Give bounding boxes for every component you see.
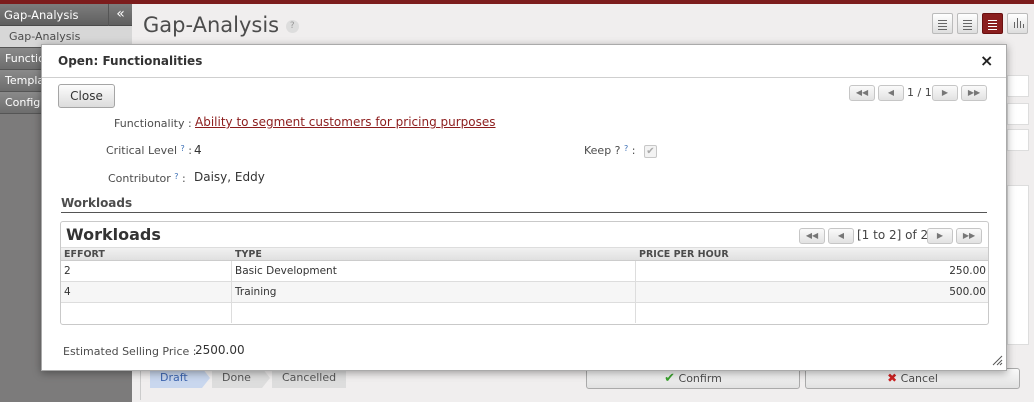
list-pager-status: [1 to 2] of 2 — [857, 228, 929, 242]
table-row-empty[interactable] — [61, 303, 988, 324]
status-done: Done — [212, 368, 262, 388]
critical-level-label: Critical Level ? : — [106, 144, 192, 157]
pager-first-icon[interactable]: ◀◀ — [849, 85, 875, 101]
help-icon[interactable]: ? — [181, 144, 185, 153]
critical-level-label-text: Critical Level — [106, 144, 178, 157]
help-icon[interactable]: ? — [285, 19, 299, 33]
column-header-price[interactable]: PRICE PER HOUR — [639, 249, 729, 260]
label-colon: : — [631, 144, 636, 157]
help-icon[interactable]: ? — [624, 144, 628, 153]
sidebar-item-label: Gap-Analysis — [9, 30, 81, 43]
resize-grip-icon[interactable] — [991, 354, 1003, 366]
collapse-sidebar-icon[interactable]: « — [108, 4, 132, 26]
workloads-list: Workloads ◀◀ ◀ [1 to 2] of 2 ▶ ▶▶ EFFORT… — [60, 221, 989, 325]
estimated-price-value: 2500.00 — [195, 343, 245, 357]
page-title-text: Gap-Analysis — [143, 13, 280, 37]
page-title: Gap-Analysis ? — [143, 13, 299, 37]
critical-level-value: 4 — [194, 143, 202, 157]
cancel-button[interactable]: ✖ Cancel — [805, 368, 1020, 389]
status-cancelled-label: Cancelled — [282, 371, 337, 384]
pager-next-icon[interactable]: ▶ — [932, 85, 958, 101]
graph-view-icon[interactable] — [1007, 13, 1028, 34]
status-draft-label: Draft — [160, 371, 188, 384]
close-icon[interactable]: × — [980, 51, 993, 70]
price-cell: 500.00 — [949, 286, 986, 298]
section-divider — [61, 212, 987, 213]
confirm-button[interactable]: ✔ Confirm — [586, 368, 800, 389]
status-arrow — [262, 368, 270, 388]
keep-checkbox[interactable]: ✔ — [644, 145, 657, 158]
status-cancelled: Cancelled — [272, 368, 346, 388]
column-header-type[interactable]: TYPE — [235, 249, 262, 260]
workloads-list-title: Workloads — [66, 225, 161, 244]
checkmark-icon: ✔ — [664, 371, 676, 386]
pager-last-icon[interactable]: ▶▶ — [961, 85, 987, 101]
record-pager-status: 1 / 1 — [907, 86, 932, 99]
cancel-button-label: Cancel — [900, 372, 938, 385]
pager-first-icon[interactable]: ◀◀ — [799, 228, 825, 244]
form-view-icon[interactable] — [957, 13, 978, 34]
status-done-label: Done — [222, 371, 251, 384]
pager-prev-icon[interactable]: ◀ — [828, 228, 854, 244]
pager-prev-icon[interactable]: ◀ — [878, 85, 904, 101]
page-view-icon[interactable] — [982, 13, 1003, 34]
effort-cell: 2 — [64, 265, 71, 277]
dialog-title: Open: Functionalities — [58, 54, 203, 68]
confirm-button-label: Confirm — [678, 372, 722, 385]
price-cell: 250.00 — [949, 265, 986, 277]
status-draft: Draft — [150, 368, 202, 388]
grid-header: EFFORT TYPE PRICE PER HOUR — [61, 247, 988, 261]
sidebar-header-label: Gap-Analysis — [4, 8, 79, 22]
table-row[interactable]: 2 Basic Development 250.00 — [61, 261, 988, 282]
contributor-value: Daisy, Eddy — [194, 170, 265, 184]
status-arrow — [202, 368, 210, 388]
keep-label: Keep ? ? : — [584, 144, 636, 157]
functionality-link[interactable]: Ability to segment customers for pricing… — [195, 115, 496, 129]
list-view-icon[interactable] — [932, 13, 953, 34]
dialog-body: Close ◀◀ ◀ 1 / 1 ▶ ▶▶ Functionality : Ab… — [42, 79, 1006, 370]
top-brand-bar — [0, 0, 1034, 4]
cancel-icon: ✖ — [887, 371, 898, 385]
table-row[interactable]: 4 Training 500.00 — [61, 282, 988, 303]
functionality-label: Functionality : — [114, 117, 192, 130]
column-divider — [231, 261, 232, 323]
background-field — [1007, 185, 1029, 345]
checkmark-icon: ✔ — [646, 146, 655, 157]
label-colon: : — [182, 172, 186, 185]
column-divider — [635, 261, 636, 323]
functionality-dialog: Open: Functionalities × Close ◀◀ ◀ 1 / 1… — [41, 44, 1007, 371]
workloads-section-title: Workloads — [61, 196, 133, 210]
background-field — [1007, 129, 1029, 151]
background-field — [1007, 103, 1029, 125]
dialog-titlebar[interactable]: Open: Functionalities × — [42, 45, 1006, 78]
background-field — [1007, 75, 1029, 97]
effort-cell: 4 — [64, 286, 71, 298]
keep-label-text: Keep ? — [584, 144, 621, 157]
column-header-effort[interactable]: EFFORT — [64, 249, 105, 260]
type-cell: Basic Development — [235, 265, 337, 277]
close-button[interactable]: Close — [58, 84, 115, 108]
contributor-label-text: Contributor — [108, 172, 171, 185]
contributor-label: Contributor ? : — [108, 172, 186, 185]
label-colon: : — [188, 144, 192, 157]
pager-next-icon[interactable]: ▶ — [927, 228, 953, 244]
close-button-label: Close — [70, 89, 103, 103]
help-icon[interactable]: ? — [174, 172, 178, 181]
pager-last-icon[interactable]: ▶▶ — [956, 228, 982, 244]
estimated-price-label: Estimated Selling Price : — [63, 345, 197, 358]
type-cell: Training — [235, 286, 277, 298]
